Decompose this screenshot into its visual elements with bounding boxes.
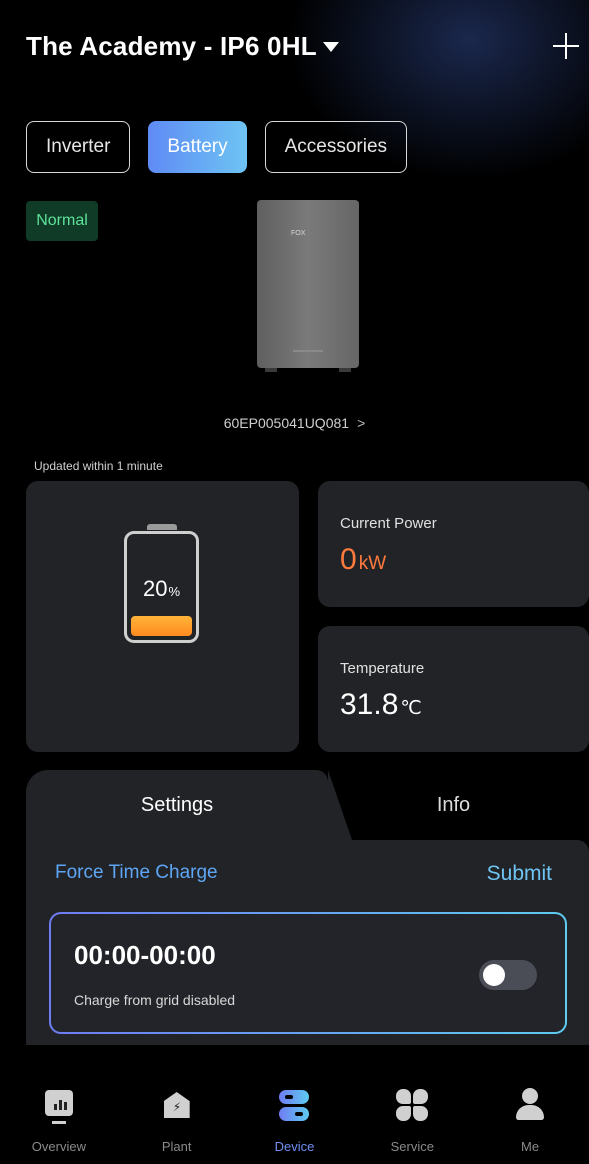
header: The Academy - IP6 0HL: [26, 26, 579, 66]
battery-cap: [147, 524, 177, 530]
temperature-unit: ℃: [400, 698, 422, 719]
nav-label: Device: [274, 1139, 315, 1154]
battery-fill: [131, 616, 192, 636]
device-icon: [276, 1088, 312, 1124]
state-of-charge-card: 20%: [26, 481, 299, 752]
soc-unit: %: [168, 584, 181, 599]
bottom-nav: Overview ⚡ Plant Device Service Me: [0, 1075, 589, 1164]
serial-link[interactable]: 60EP005041UQ081 >: [0, 415, 589, 431]
schedule-description: Charge from grid disabled: [74, 992, 236, 1008]
settings-panel: Settings Info Force Time Charge Submit 0…: [26, 770, 589, 1045]
battery-device-image: FOX: [257, 200, 359, 372]
status-badge: Normal: [26, 201, 98, 241]
nav-overview[interactable]: Overview: [0, 1075, 118, 1164]
submit-button[interactable]: Submit: [487, 862, 552, 886]
device-strip: [293, 350, 323, 352]
nav-label: Plant: [161, 1139, 192, 1154]
chevron-right-icon: >: [357, 415, 366, 431]
device-feet: [265, 368, 351, 372]
chart-icon: [41, 1088, 77, 1124]
plant-selector[interactable]: The Academy - IP6 0HL: [26, 31, 339, 62]
nav-label: Service: [390, 1139, 434, 1154]
temperature-label: Temperature: [340, 660, 425, 677]
panel-tabs: Settings Info: [26, 770, 589, 840]
caret-down-icon: [322, 42, 339, 52]
temperature-card: Temperature 31.8 ℃: [318, 626, 589, 752]
tab-info[interactable]: Info: [346, 770, 561, 840]
soc-value: 20: [142, 576, 168, 601]
update-status: Updated within 1 minute: [34, 459, 163, 473]
add-icon[interactable]: [553, 33, 579, 59]
nav-plant[interactable]: ⚡ Plant: [118, 1075, 236, 1164]
page-title: The Academy - IP6 0HL: [26, 30, 317, 61]
toggle-knob: [483, 964, 505, 986]
nav-device[interactable]: Device: [236, 1075, 354, 1164]
nav-me[interactable]: Me: [471, 1075, 589, 1164]
panel-body: Force Time Charge Submit 00:00-00:00 Cha…: [26, 840, 589, 1045]
current-power-readout: 0 kW: [340, 543, 386, 577]
tab-accessories[interactable]: Accessories: [264, 121, 408, 173]
house-icon: ⚡: [159, 1088, 195, 1124]
battery-icon: 20%: [124, 524, 199, 643]
grid-icon: [394, 1088, 430, 1124]
tab-battery[interactable]: Battery: [148, 121, 247, 173]
device-logo: FOX: [291, 230, 306, 237]
nav-label: Me: [521, 1139, 540, 1154]
tab-settings[interactable]: Settings: [26, 770, 328, 840]
current-power-value: 0: [340, 543, 357, 576]
nav-label: Overview: [31, 1139, 86, 1154]
person-icon: [512, 1088, 548, 1124]
serial-number: 60EP005041UQ081: [223, 415, 350, 431]
current-power-card: Current Power 0 kW: [318, 481, 589, 607]
nav-service[interactable]: Service: [353, 1075, 471, 1164]
temperature-readout: 31.8 ℃: [340, 688, 422, 722]
temperature-value: 31.8: [340, 688, 399, 721]
charge-toggle[interactable]: [479, 960, 537, 990]
current-power-label: Current Power: [340, 515, 437, 532]
device-tabs: Inverter Battery Accessories: [26, 121, 408, 173]
charge-schedule-card[interactable]: 00:00-00:00 Charge from grid disabled: [49, 912, 567, 1034]
force-time-charge-heading: Force Time Charge: [55, 862, 218, 883]
schedule-time: 00:00-00:00: [74, 940, 216, 970]
current-power-unit: kW: [358, 553, 387, 574]
soc-readout: 20%: [127, 576, 196, 602]
charge-schedule-inner: 00:00-00:00 Charge from grid disabled: [51, 914, 565, 1032]
tab-inverter[interactable]: Inverter: [26, 121, 131, 173]
